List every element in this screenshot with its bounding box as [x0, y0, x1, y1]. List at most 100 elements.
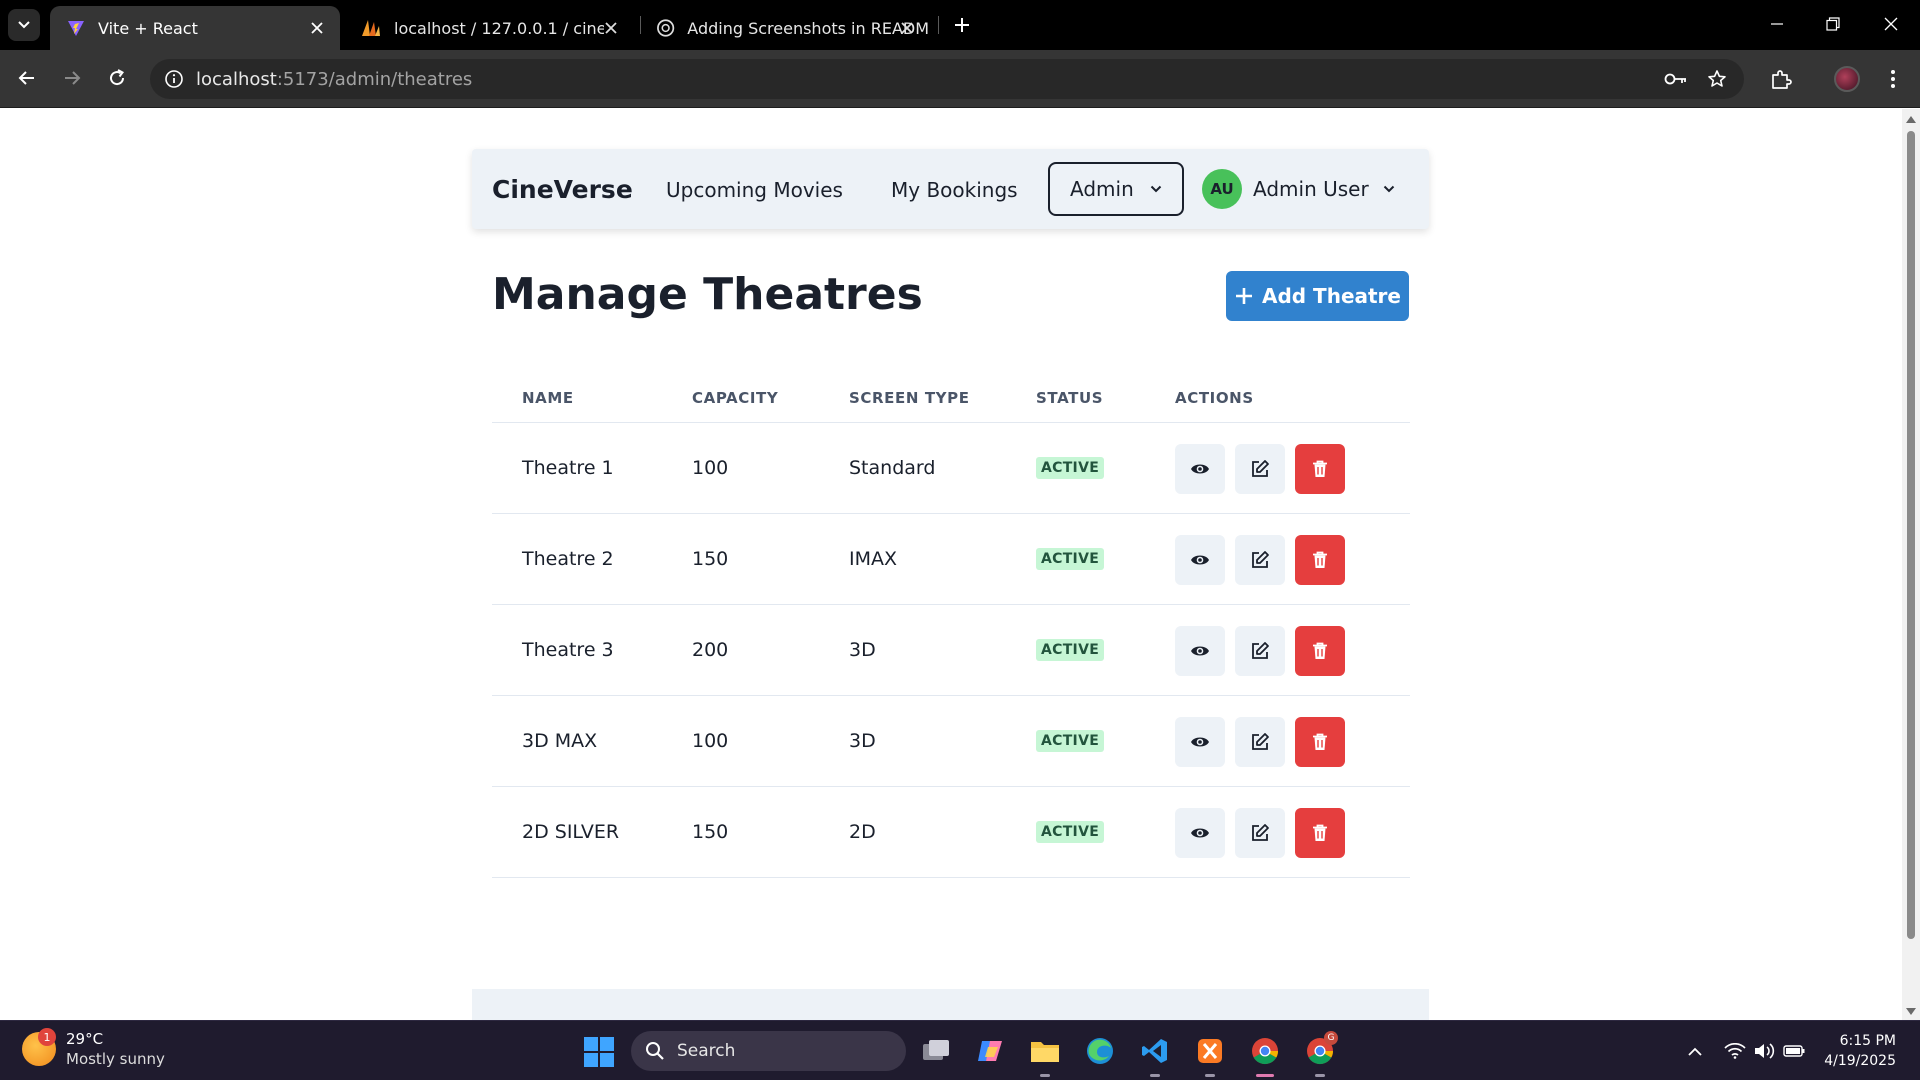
- browser-menu-button[interactable]: [1876, 62, 1910, 96]
- url-path: :5173/admin/theatres: [276, 69, 473, 90]
- table-row: Theatre 3 200 3D ACTIVE: [492, 605, 1410, 696]
- column-header-status: STATUS: [1036, 389, 1104, 407]
- file-explorer-icon[interactable]: [1027, 1033, 1063, 1077]
- xampp-icon[interactable]: [1192, 1033, 1228, 1077]
- page-viewport: CineVerse Upcoming Movies My Bookings Ad…: [0, 109, 1902, 1020]
- vscode-icon[interactable]: [1137, 1033, 1173, 1077]
- weather-widget[interactable]: 1 29°C Mostly sunny: [22, 1028, 165, 1069]
- status-badge: ACTIVE: [1036, 730, 1105, 752]
- windows-start-icon[interactable]: [584, 1037, 614, 1067]
- forward-button[interactable]: [55, 61, 89, 95]
- delete-button[interactable]: [1295, 717, 1345, 767]
- view-button[interactable]: [1175, 808, 1225, 858]
- profile-button[interactable]: [1830, 62, 1864, 96]
- eye-icon: [1191, 828, 1209, 838]
- taskbar-search-box[interactable]: Search: [631, 1031, 906, 1071]
- table-row: Theatre 1 100 Standard ACTIVE: [492, 423, 1410, 514]
- column-header-actions: ACTIONS: [1175, 389, 1254, 407]
- clock-time: 6:15 PM: [1839, 1033, 1896, 1049]
- column-header-name: NAME: [522, 389, 574, 407]
- back-button[interactable]: [10, 61, 44, 95]
- tab-phpmyadmin[interactable]: localhost / 127.0.0.1 / cineverse: [344, 6, 634, 50]
- tab-title: Vite + React: [98, 18, 198, 38]
- restore-button[interactable]: [1804, 0, 1862, 48]
- plus-icon: [955, 18, 969, 32]
- theatre-capacity: 100: [692, 730, 729, 752]
- volume-icon[interactable]: [1751, 1039, 1777, 1063]
- delete-button[interactable]: [1295, 808, 1345, 858]
- profile-avatar: [1834, 66, 1860, 92]
- battery-icon[interactable]: [1781, 1039, 1807, 1063]
- chrome-profile-icon[interactable]: G: [1302, 1031, 1338, 1077]
- extensions-button[interactable]: [1764, 62, 1798, 96]
- sun-icon: 1: [22, 1028, 56, 1066]
- arrow-left-icon: [18, 71, 34, 85]
- address-bar[interactable]: localhost:5173/admin/theatres: [150, 59, 1744, 99]
- windows-taskbar: 1 29°C Mostly sunny Search G 6:15 PM 4/1…: [0, 1020, 1920, 1080]
- password-key-icon[interactable]: [1662, 65, 1690, 93]
- running-indicator: [1040, 1074, 1050, 1077]
- delete-button[interactable]: [1295, 444, 1345, 494]
- chrome-icon[interactable]: [1247, 1033, 1283, 1077]
- add-theatre-label: Add Theatre: [1261, 284, 1401, 308]
- running-indicator: [1256, 1074, 1274, 1077]
- new-tab-button[interactable]: [948, 11, 976, 39]
- scroll-up-arrow-icon[interactable]: [1906, 116, 1916, 123]
- delete-button[interactable]: [1295, 535, 1345, 585]
- edit-button[interactable]: [1235, 808, 1285, 858]
- close-icon[interactable]: [600, 17, 622, 39]
- edit-button[interactable]: [1235, 717, 1285, 767]
- theatre-name: Theatre 3: [522, 639, 614, 661]
- close-window-button[interactable]: [1862, 0, 1920, 48]
- tab-search-button[interactable]: [8, 9, 40, 41]
- edit-button[interactable]: [1235, 535, 1285, 585]
- wifi-icon[interactable]: [1722, 1039, 1748, 1063]
- minimize-button[interactable]: [1748, 0, 1806, 48]
- table-row: 3D MAX 100 3D ACTIVE: [492, 696, 1410, 787]
- phpmyadmin-logo-icon: [362, 20, 380, 36]
- nav-link-my-bookings[interactable]: My Bookings: [891, 178, 1018, 202]
- reload-button[interactable]: [100, 61, 134, 95]
- search-icon: [646, 1042, 664, 1060]
- close-icon[interactable]: [306, 17, 328, 39]
- system-clock[interactable]: 6:15 PM 4/19/2025: [1812, 1031, 1896, 1071]
- close-icon[interactable]: [896, 17, 918, 39]
- eye-icon: [1191, 464, 1209, 474]
- edge-browser-icon[interactable]: [1082, 1033, 1118, 1069]
- chevron-down-icon: [1150, 185, 1161, 193]
- task-view-icon[interactable]: [918, 1033, 954, 1069]
- tab-title: localhost / 127.0.0.1 / cineverse: [394, 18, 604, 38]
- running-indicator: [1205, 1074, 1215, 1077]
- edit-button[interactable]: [1235, 626, 1285, 676]
- brand-logo[interactable]: CineVerse: [492, 175, 633, 204]
- tab-readme[interactable]: Adding Screenshots in README: [640, 6, 930, 50]
- copilot-icon[interactable]: [973, 1033, 1009, 1069]
- user-menu-button[interactable]: AU Admin User: [1202, 168, 1395, 210]
- tab-vite-react[interactable]: Vite + React: [50, 6, 340, 50]
- nav-link-upcoming-movies[interactable]: Upcoming Movies: [666, 178, 843, 202]
- eye-icon: [1191, 555, 1209, 565]
- view-button[interactable]: [1175, 444, 1225, 494]
- scroll-thumb[interactable]: [1907, 131, 1915, 939]
- vite-logo-icon: [68, 21, 84, 36]
- table-row: Theatre 2 150 IMAX ACTIVE: [492, 514, 1410, 605]
- profile-badge: G: [1324, 1031, 1338, 1045]
- theatre-capacity: 200: [692, 639, 729, 661]
- view-button[interactable]: [1175, 626, 1225, 676]
- minimize-icon: [1771, 23, 1783, 25]
- page-scrollbar[interactable]: [1902, 109, 1920, 1020]
- edit-button[interactable]: [1235, 444, 1285, 494]
- delete-button[interactable]: [1295, 626, 1345, 676]
- add-theatre-button[interactable]: Add Theatre: [1226, 271, 1409, 321]
- view-button[interactable]: [1175, 535, 1225, 585]
- trash-icon: [1313, 733, 1327, 750]
- admin-menu-button[interactable]: Admin: [1048, 162, 1184, 216]
- site-info-icon[interactable]: [158, 63, 190, 95]
- view-button[interactable]: [1175, 717, 1225, 767]
- admin-menu-label: Admin: [1070, 177, 1134, 201]
- scroll-down-arrow-icon[interactable]: [1906, 1008, 1916, 1015]
- bookmark-star-icon[interactable]: [1703, 65, 1731, 93]
- show-hidden-icons-chevron-up-icon[interactable]: [1682, 1039, 1708, 1063]
- column-header-screen-type: SCREEN TYPE: [849, 389, 970, 407]
- weather-description: Mostly sunny: [66, 1050, 165, 1068]
